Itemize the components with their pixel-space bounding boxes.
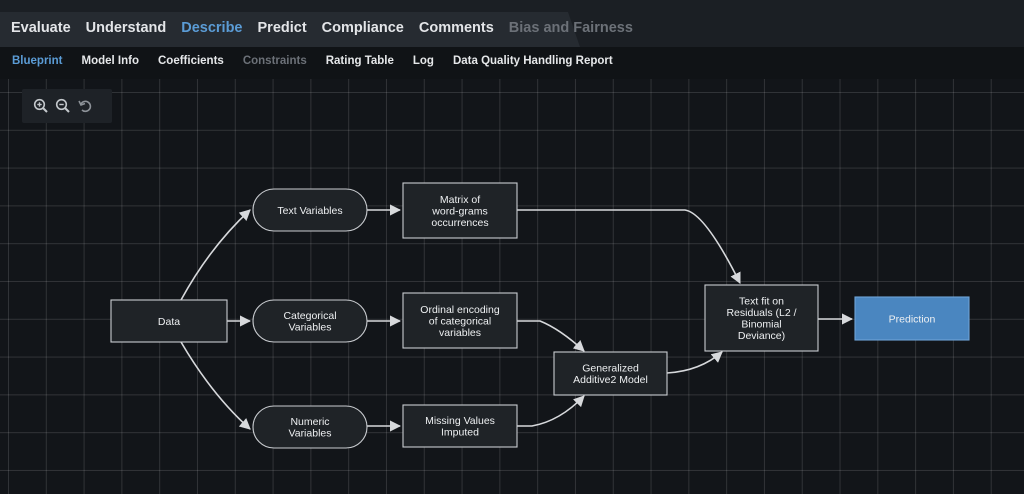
node-label: Text fit on xyxy=(739,296,784,308)
subtab-rating-table[interactable]: Rating Table xyxy=(326,55,394,67)
node-label: Generalized xyxy=(582,363,639,375)
edge-missing-to-ga2m xyxy=(517,395,585,427)
blueprint-canvas[interactable]: Data Text Variables Categorical Variables Nu… xyxy=(0,79,1024,494)
subtab-coefficients[interactable]: Coefficients xyxy=(158,55,224,67)
tab-evaluate[interactable]: Evaluate xyxy=(11,20,71,36)
node-label: Variables xyxy=(289,428,332,440)
top-tabs: Evaluate Understand Describe Predict Com… xyxy=(11,20,648,36)
tab-comments[interactable]: Comments xyxy=(419,20,494,36)
tab-describe[interactable]: Describe xyxy=(181,20,242,36)
top-nav-bar: Evaluate Understand Describe Predict Com… xyxy=(0,0,1024,47)
edge-data-to-num-vars xyxy=(180,341,251,430)
node-label: Missing Values xyxy=(425,415,495,427)
node-label: Numeric xyxy=(290,416,329,428)
tab-bias-and-fairness[interactable]: Bias and Fairness xyxy=(509,20,633,36)
tab-compliance[interactable]: Compliance xyxy=(322,20,404,36)
node-label: Matrix of xyxy=(440,194,480,206)
node-label: of categorical xyxy=(429,315,491,327)
node-num-vars[interactable]: NumericVariables xyxy=(252,405,368,449)
node-label: Binomial xyxy=(741,319,781,331)
node-missing[interactable]: Missing ValuesImputed xyxy=(402,404,518,448)
edge-ordinal-to-ga2m xyxy=(517,320,585,352)
node-cat-vars[interactable]: CategoricalVariables xyxy=(252,299,368,343)
node-label: Variables xyxy=(289,322,332,334)
subtab-log[interactable]: Log xyxy=(413,55,434,67)
blueprint-diagram: DataText VariablesCategoricalVariablesNu… xyxy=(110,182,970,449)
node-label: occurrences xyxy=(431,217,488,229)
node-text-vars[interactable]: Text Variables xyxy=(252,188,368,232)
sub-tabs: Blueprint Model Info Coefficients Constr… xyxy=(12,55,632,67)
tab-predict[interactable]: Predict xyxy=(258,20,307,36)
node-label: Deviance) xyxy=(738,330,785,342)
node-label: variables xyxy=(439,327,481,339)
node-label: Additive2 Model xyxy=(573,374,648,386)
edge-word-grams-to-text-fit xyxy=(517,209,741,285)
sub-nav-bar: Blueprint Model Info Coefficients Constr… xyxy=(0,47,1024,79)
node-label: Categorical xyxy=(283,310,336,322)
tab-understand[interactable]: Understand xyxy=(86,20,167,36)
node-label: Imputed xyxy=(441,427,479,439)
node-ga2m[interactable]: GeneralizedAdditive2 Model xyxy=(553,351,668,396)
node-prediction[interactable]: Prediction xyxy=(854,296,970,341)
node-label: word-grams xyxy=(431,205,487,217)
node-label: Data xyxy=(158,316,180,328)
node-ordinal[interactable]: Ordinal encodingof categoricalvariables xyxy=(402,292,518,349)
subtab-model-info[interactable]: Model Info xyxy=(81,55,139,67)
subtab-data-quality-handling-report[interactable]: Data Quality Handling Report xyxy=(453,55,613,67)
node-word-grams[interactable]: Matrix ofword-gramsoccurrences xyxy=(402,182,518,239)
subtab-blueprint[interactable]: Blueprint xyxy=(12,55,62,67)
blueprint-nodes: DataText VariablesCategoricalVariablesNu… xyxy=(110,182,970,449)
node-label: Ordinal encoding xyxy=(420,304,500,316)
edge-ga2m-to-text-fit xyxy=(666,351,723,374)
node-label: Text Variables xyxy=(277,205,342,217)
subtab-constraints[interactable]: Constraints xyxy=(243,55,307,67)
node-label: Residuals (L2 / xyxy=(726,307,796,319)
node-text-fit[interactable]: Text fit onResiduals (L2 /BinomialDevian… xyxy=(704,284,819,352)
node-label: Prediction xyxy=(889,313,936,325)
edge-data-to-text-vars xyxy=(180,209,251,301)
node-data[interactable]: Data xyxy=(110,299,228,343)
